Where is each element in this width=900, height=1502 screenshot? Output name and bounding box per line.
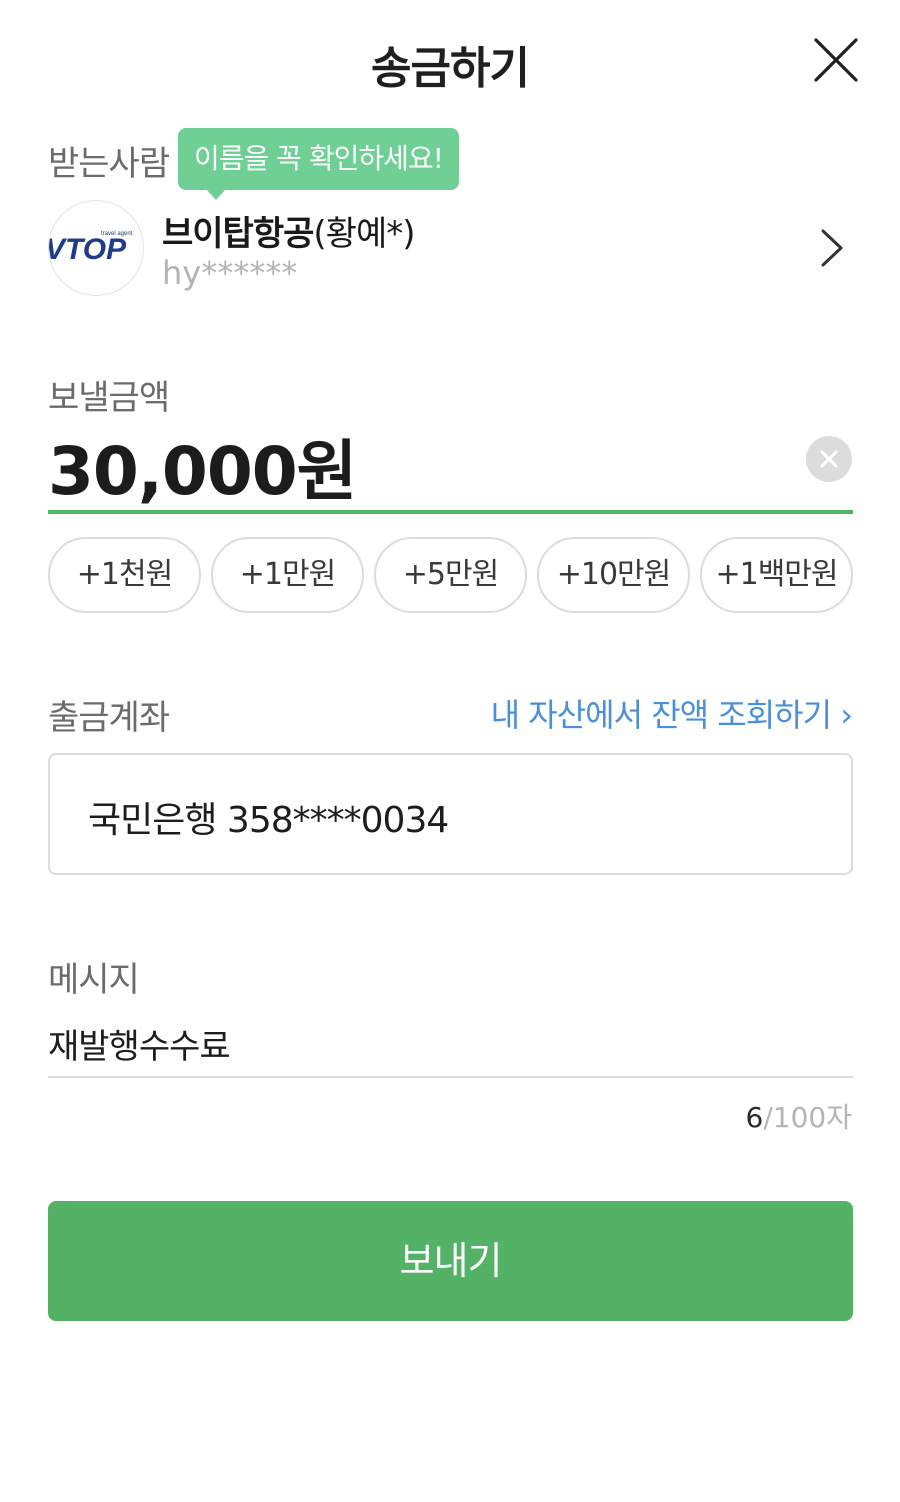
vtop-logo: VTOP travel agent [49,231,133,266]
quick-add-50k-button[interactable]: +5만원 [374,537,527,613]
chevron-right-icon [821,229,843,267]
quick-add-100k-button[interactable]: +10만원 [537,537,690,613]
avatar: VTOP travel agent [48,200,144,296]
close-button[interactable] [808,32,864,88]
recipient-id: hy****** [162,254,298,292]
close-icon [814,38,858,82]
account-value: 국민은행 358****0034 [88,800,449,841]
recipient-name: 브이탑항공(황예*) [162,206,416,255]
quick-add-10k-button[interactable]: +1만원 [211,537,364,613]
send-button[interactable]: 보내기 [48,1201,853,1321]
clear-icon [820,450,838,468]
account-label: 출금계좌 [48,698,170,738]
message-input[interactable] [48,1010,853,1078]
svg-text:travel agent: travel agent [101,231,133,237]
message-counter: 6/100자 [746,1096,852,1136]
name-check-tooltip: 이름을 꼭 확인하세요! [178,128,459,200]
message-max: /100자 [763,1101,852,1134]
page-title: 송금하기 [371,43,530,94]
tooltip-text: 이름을 꼭 확인하세요! [194,142,444,175]
tooltip-arrow [206,189,226,200]
message-label: 메시지 [48,960,140,1000]
message-count: 6 [745,1101,764,1134]
amount-input[interactable]: 30,000원 [48,418,357,514]
amount-label: 보낼금액 [48,378,170,418]
quick-add-chips: +1천원 +1만원 +5만원 +10만원 +1백만원 [48,537,854,613]
balance-check-link[interactable]: 내 자산에서 잔액 조회하기 › [491,690,853,736]
clear-amount-button[interactable] [806,436,852,482]
svg-text:VTOP: VTOP [49,233,127,266]
quick-add-1k-button[interactable]: +1천원 [48,537,201,613]
recipient-label: 받는사람 [48,144,170,184]
recipient-row[interactable]: VTOP travel agent 브이탑항공(황예*) hy****** [48,200,854,300]
header: 송금하기 [0,0,900,120]
amount-underline [48,510,853,514]
recipient-name-main: 브이탑항공 [162,214,314,254]
recipient-name-detail: (황예*) [313,214,415,254]
account-select[interactable]: 국민은행 358****0034 [48,753,853,875]
quick-add-1m-button[interactable]: +1백만원 [700,537,853,613]
